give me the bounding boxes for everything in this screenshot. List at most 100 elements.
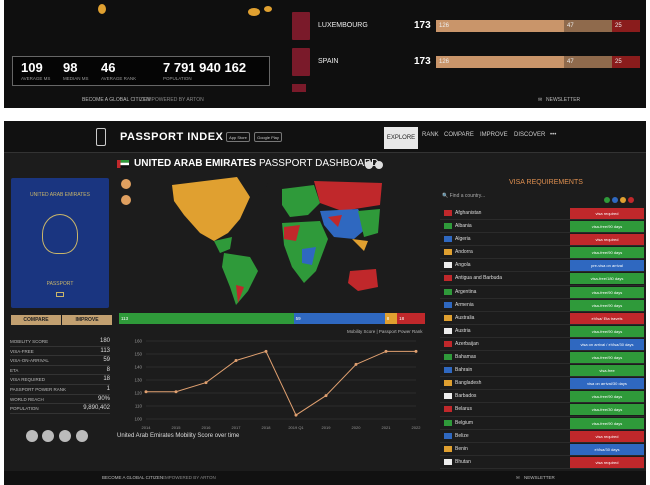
- country-flag-icon: [444, 367, 452, 374]
- visa-row[interactable]: Albania visa-free/90 days: [440, 220, 644, 234]
- filter-blue-icon[interactable]: [612, 197, 618, 203]
- data-point[interactable]: [384, 349, 388, 353]
- passport-cover: UNITED ARAB EMIRATES PASSPORT: [11, 178, 109, 308]
- visa-country: Benin: [455, 445, 468, 452]
- ranking-row[interactable]: SPAIN 173 126 47 25: [290, 48, 644, 78]
- passport-logo-icon[interactable]: [96, 128, 106, 146]
- visa-row[interactable]: Afghanistan visa required: [440, 207, 644, 221]
- visa-row[interactable]: Belarus visa-free/30 days: [440, 403, 644, 417]
- nav-compare[interactable]: COMPARE: [444, 132, 474, 138]
- data-point[interactable]: [354, 362, 358, 366]
- data-point[interactable]: [264, 349, 268, 353]
- visa-status-badge: visa-free/90 days: [570, 417, 644, 429]
- visa-row[interactable]: Bahamas visa-free/90 days: [440, 351, 644, 365]
- newsletter-link[interactable]: NEWSLETTER: [524, 475, 555, 480]
- data-point[interactable]: [294, 413, 298, 417]
- visa-row[interactable]: Australia eVisa/ Eta travels: [440, 312, 644, 325]
- x-tick-label: 2017: [232, 425, 242, 430]
- stat-value: 90%: [97, 395, 110, 402]
- visa-row[interactable]: Argentina visa-free/90 days: [440, 286, 644, 299]
- visa-row[interactable]: Belgium visa-free/90 days: [440, 417, 644, 430]
- y-tick-label: 120: [134, 391, 142, 396]
- country-flag-icon: [444, 314, 452, 321]
- visa-status-badge: visa-free/90 days: [570, 221, 644, 233]
- improve-button[interactable]: IMPROVE: [62, 315, 112, 325]
- become-citizen-link[interactable]: BECOME A GLOBAL CITIZEN: [102, 475, 163, 480]
- mobility-line-chart: 100 110 120 130 140 150 160 2014 2015 2016 2017 201…: [134, 339, 421, 431]
- google-play-button[interactable]: Google Play: [254, 132, 282, 142]
- visa-country: Afghanistan: [455, 210, 482, 216]
- visa-row[interactable]: Belize visa required: [440, 430, 644, 443]
- stat-key: ETA: [10, 367, 19, 373]
- visa-row[interactable]: Austria visa-free/90 days: [440, 325, 644, 338]
- bar-visa-required: 18: [397, 313, 425, 324]
- become-citizen-link[interactable]: BECOME A GLOBAL CITIZEN: [82, 97, 150, 103]
- visa-country: Antigua and Barbuda: [455, 275, 502, 282]
- email-icon[interactable]: [76, 430, 88, 442]
- visa-row[interactable]: Bahrain visa-free: [440, 364, 644, 378]
- visa-status-badge: pre-visa on arrival: [570, 260, 644, 272]
- visa-country: Andorra: [455, 249, 473, 256]
- visa-row[interactable]: Algeria visa required: [440, 233, 644, 247]
- app-store-button[interactable]: App Store: [226, 132, 250, 142]
- visa-row[interactable]: Azerbaijan visa on arrival / eVisa/30 day…: [440, 338, 644, 352]
- ranking-bar: 126 47 25: [436, 20, 640, 32]
- brand-title[interactable]: PASSPORT INDEX: [120, 131, 223, 143]
- global-stats-box: 109 AVERAGE MS 98 MEDIAN MS 46 AVERAGE RANK…: [12, 56, 270, 86]
- data-point[interactable]: [144, 390, 148, 394]
- main-panel: PASSPORT INDEX App Store Google Play EXP…: [4, 121, 646, 485]
- filter-orange-icon[interactable]: [620, 197, 626, 203]
- visa-country: Bahrain: [455, 367, 473, 374]
- chart-caption: United Arab Emirates Mobility Score over…: [117, 433, 240, 439]
- country-flag-icon: [444, 380, 452, 387]
- nav-explore[interactable]: EXPLORE: [384, 127, 418, 149]
- visa-requirements-title: VISA REQUIREMENTS: [509, 179, 583, 186]
- data-point[interactable]: [204, 381, 208, 385]
- country-flag-icon: [444, 340, 452, 347]
- visa-country: Bahamas: [455, 354, 477, 361]
- country-flag-icon: [444, 275, 452, 282]
- visa-row[interactable]: Antigua and Barbuda visa-free/180 days: [440, 272, 644, 286]
- nav-improve[interactable]: IMPROVE: [480, 132, 508, 138]
- newsletter-icon: ✉: [538, 97, 543, 103]
- visa-row[interactable]: Bhutan visa required: [440, 456, 644, 469]
- linkedin-icon[interactable]: [59, 430, 71, 442]
- facebook-icon[interactable]: [26, 430, 38, 442]
- filter-red-icon[interactable]: [628, 197, 634, 203]
- ranking-row[interactable]: LUXEMBOURG 173 126 47 25: [290, 12, 644, 42]
- data-point[interactable]: [174, 390, 178, 394]
- nav-discover[interactable]: DISCOVER: [514, 132, 545, 138]
- visa-row[interactable]: Andorra visa-free/90 days: [440, 246, 644, 260]
- filter-green-icon[interactable]: [604, 197, 610, 203]
- data-point[interactable]: [414, 349, 418, 353]
- data-point[interactable]: [234, 359, 238, 362]
- country-flag-icon: [444, 432, 452, 439]
- nav-more-icon[interactable]: •••: [550, 132, 556, 138]
- zoom-out-icon[interactable]: [121, 195, 131, 205]
- visa-row[interactable]: Bangladesh visa on arrival/30 days: [440, 377, 644, 391]
- visa-status-badge: eVisa/30 days: [570, 443, 644, 455]
- newsletter-link[interactable]: NEWSLETTER: [546, 97, 580, 103]
- visa-row[interactable]: Benin eVisa/30 days: [440, 443, 644, 456]
- compare-button[interactable]: COMPARE: [11, 315, 61, 325]
- passport-thumbnail: [292, 12, 310, 40]
- visa-row[interactable]: Barbados visa-free/90 days: [440, 390, 644, 404]
- visa-row[interactable]: Angola pre-visa on arrival: [440, 259, 644, 273]
- world-visa-map[interactable]: [132, 175, 386, 309]
- passport-country-name: UNITED ARAB EMIRATES: [30, 192, 90, 198]
- next-icon[interactable]: [375, 161, 383, 169]
- visa-row[interactable]: Armenia visa-free/90 days: [440, 299, 644, 312]
- stat-row: VISA-FREE 113: [10, 347, 110, 357]
- top-panel: 109 AVERAGE MS 98 MEDIAN MS 46 AVERAGE RANK…: [4, 0, 646, 108]
- data-point[interactable]: [324, 394, 328, 398]
- prev-icon[interactable]: [365, 161, 373, 169]
- country-search-input[interactable]: 🔍 Find a country...: [442, 193, 566, 205]
- country-flag-icon: [444, 223, 452, 230]
- twitter-icon[interactable]: [42, 430, 54, 442]
- zoom-in-icon[interactable]: [121, 179, 131, 189]
- nav-rank[interactable]: RANK: [422, 132, 439, 138]
- visa-status-badge: visa required: [570, 430, 644, 442]
- stat-value: 59: [103, 357, 110, 364]
- stat-population: 7 791 940 162 POPULATION: [163, 60, 247, 81]
- country-flag-icon: [444, 262, 452, 269]
